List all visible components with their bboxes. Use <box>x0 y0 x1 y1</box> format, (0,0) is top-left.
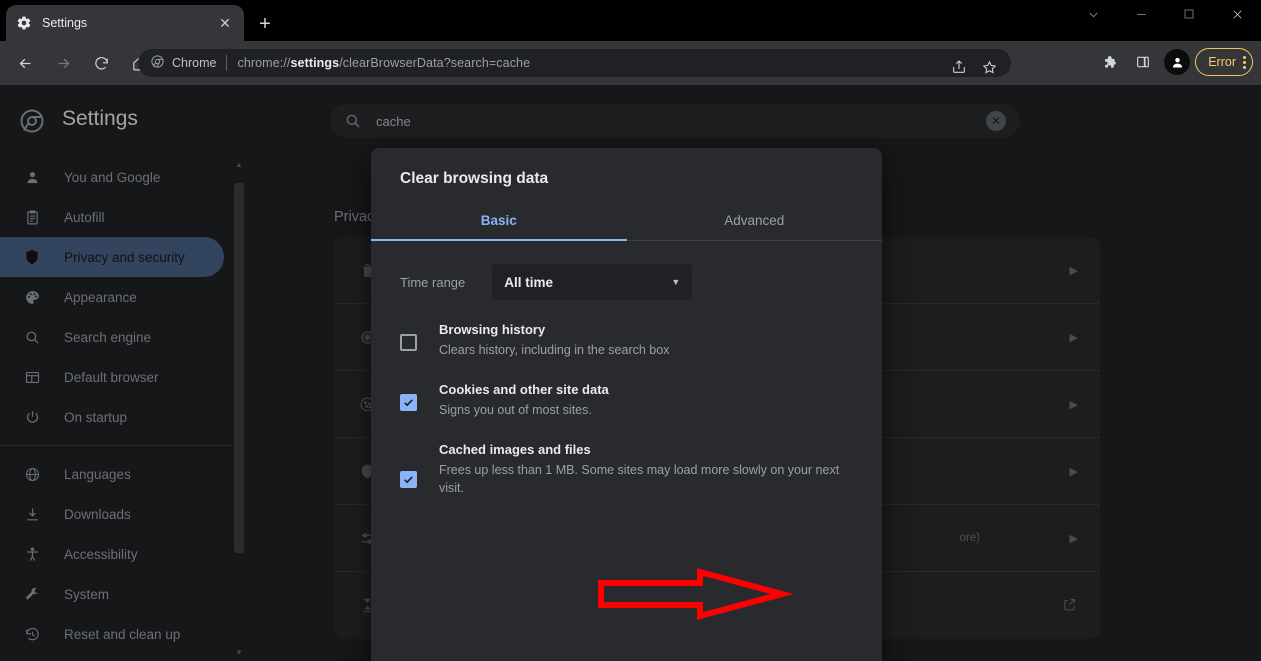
error-status-chip[interactable]: Error <box>1195 48 1253 76</box>
browser-tab-settings[interactable]: Settings ✕ <box>6 5 244 41</box>
window-controls <box>1069 0 1261 41</box>
error-chip-label: Error <box>1208 55 1236 69</box>
tab-label: Advanced <box>724 213 785 228</box>
close-icon[interactable] <box>1213 0 1261 28</box>
side-panel-icon[interactable] <box>1127 46 1159 78</box>
checkbox-title: Browsing history <box>439 322 546 337</box>
checkbox-desc: Signs you out of most sites. <box>439 402 592 417</box>
url-text: chrome://settings/clearBrowserData?searc… <box>237 56 530 70</box>
chevron-down-icon: ▼ <box>671 277 681 287</box>
checkbox-text: Cached images and files Frees up less th… <box>439 442 848 499</box>
reload-button[interactable] <box>84 46 118 80</box>
checkbox-cookies-and-other-site-data[interactable] <box>400 393 417 411</box>
settings-page: Settings cache ✕ You and Google Autofill <box>0 85 1261 661</box>
dialog-title: Clear browsing data <box>400 170 549 187</box>
tab-advanced[interactable]: Advanced <box>627 202 883 240</box>
time-range-value: All time <box>504 274 554 290</box>
close-icon[interactable]: ✕ <box>216 14 234 32</box>
time-range-label: Time range <box>400 274 466 290</box>
browser-window: Settings ✕ + Chrome chrome://settings/cl… <box>0 0 1261 661</box>
gear-icon <box>16 15 32 31</box>
checkbox-desc: Frees up less than 1 MB. Some sites may … <box>439 462 840 496</box>
site-chip: Chrome <box>150 54 216 72</box>
checkbox-row-cookies[interactable]: Cookies and other site data Signs you ou… <box>400 382 848 420</box>
tab-strip: Settings ✕ + <box>0 0 1261 41</box>
dialog-tabs: Basic Advanced <box>371 202 882 241</box>
checkbox-text: Browsing history Clears history, includi… <box>439 322 669 360</box>
checkbox-desc: Clears history, including in the search … <box>439 343 670 357</box>
time-range-row: Time range All time ▼ <box>371 241 882 300</box>
new-tab-button[interactable]: + <box>252 11 278 37</box>
chevron-down-icon[interactable] <box>1069 0 1117 28</box>
checkbox-row-browsing-history[interactable]: Browsing history Clears history, includi… <box>400 322 848 360</box>
avatar[interactable] <box>1161 46 1193 78</box>
checkbox-cached-images-and-files[interactable] <box>400 470 417 488</box>
url-bold: settings <box>290 56 340 70</box>
time-range-select[interactable]: All time ▼ <box>492 264 693 300</box>
maximize-icon[interactable] <box>1165 0 1213 28</box>
checkbox-row-cached-images[interactable]: Cached images and files Frees up less th… <box>400 442 848 499</box>
browser-toolbar: Chrome chrome://settings/clearBrowserDat… <box>0 41 1261 85</box>
url-suffix: /clearBrowserData?search=cache <box>339 56 531 70</box>
checkbox-title: Cookies and other site data <box>439 381 609 397</box>
share-icon[interactable] <box>945 53 973 81</box>
address-bar[interactable]: Chrome chrome://settings/clearBrowserDat… <box>138 49 1011 77</box>
checkbox-browsing-history[interactable] <box>400 334 417 351</box>
minimize-icon[interactable] <box>1117 0 1165 28</box>
chrome-logo-icon <box>150 54 165 72</box>
checkbox-title: Cached images and files <box>439 441 591 457</box>
back-button[interactable] <box>8 46 42 80</box>
toolbar-right-icons: Error <box>1093 46 1253 78</box>
omnibox-actions <box>945 53 1003 81</box>
divider <box>226 55 228 71</box>
tab-basic[interactable]: Basic <box>371 202 627 241</box>
puzzle-icon[interactable] <box>1093 46 1125 78</box>
clear-browsing-data-dialog: Clear browsing data Basic Advanced Time … <box>371 148 882 661</box>
three-dots-menu-icon[interactable] <box>1243 55 1246 69</box>
url-prefix: chrome:// <box>237 56 291 70</box>
checkbox-text: Cookies and other site data Signs you ou… <box>439 382 609 420</box>
tab-label: Basic <box>480 213 517 228</box>
forward-button[interactable] <box>46 46 80 80</box>
site-chip-label: Chrome <box>172 56 217 70</box>
star-icon[interactable] <box>975 53 1003 81</box>
data-type-checkboxes: Browsing history Clears history, includi… <box>371 300 882 498</box>
tab-title: Settings <box>42 16 88 30</box>
